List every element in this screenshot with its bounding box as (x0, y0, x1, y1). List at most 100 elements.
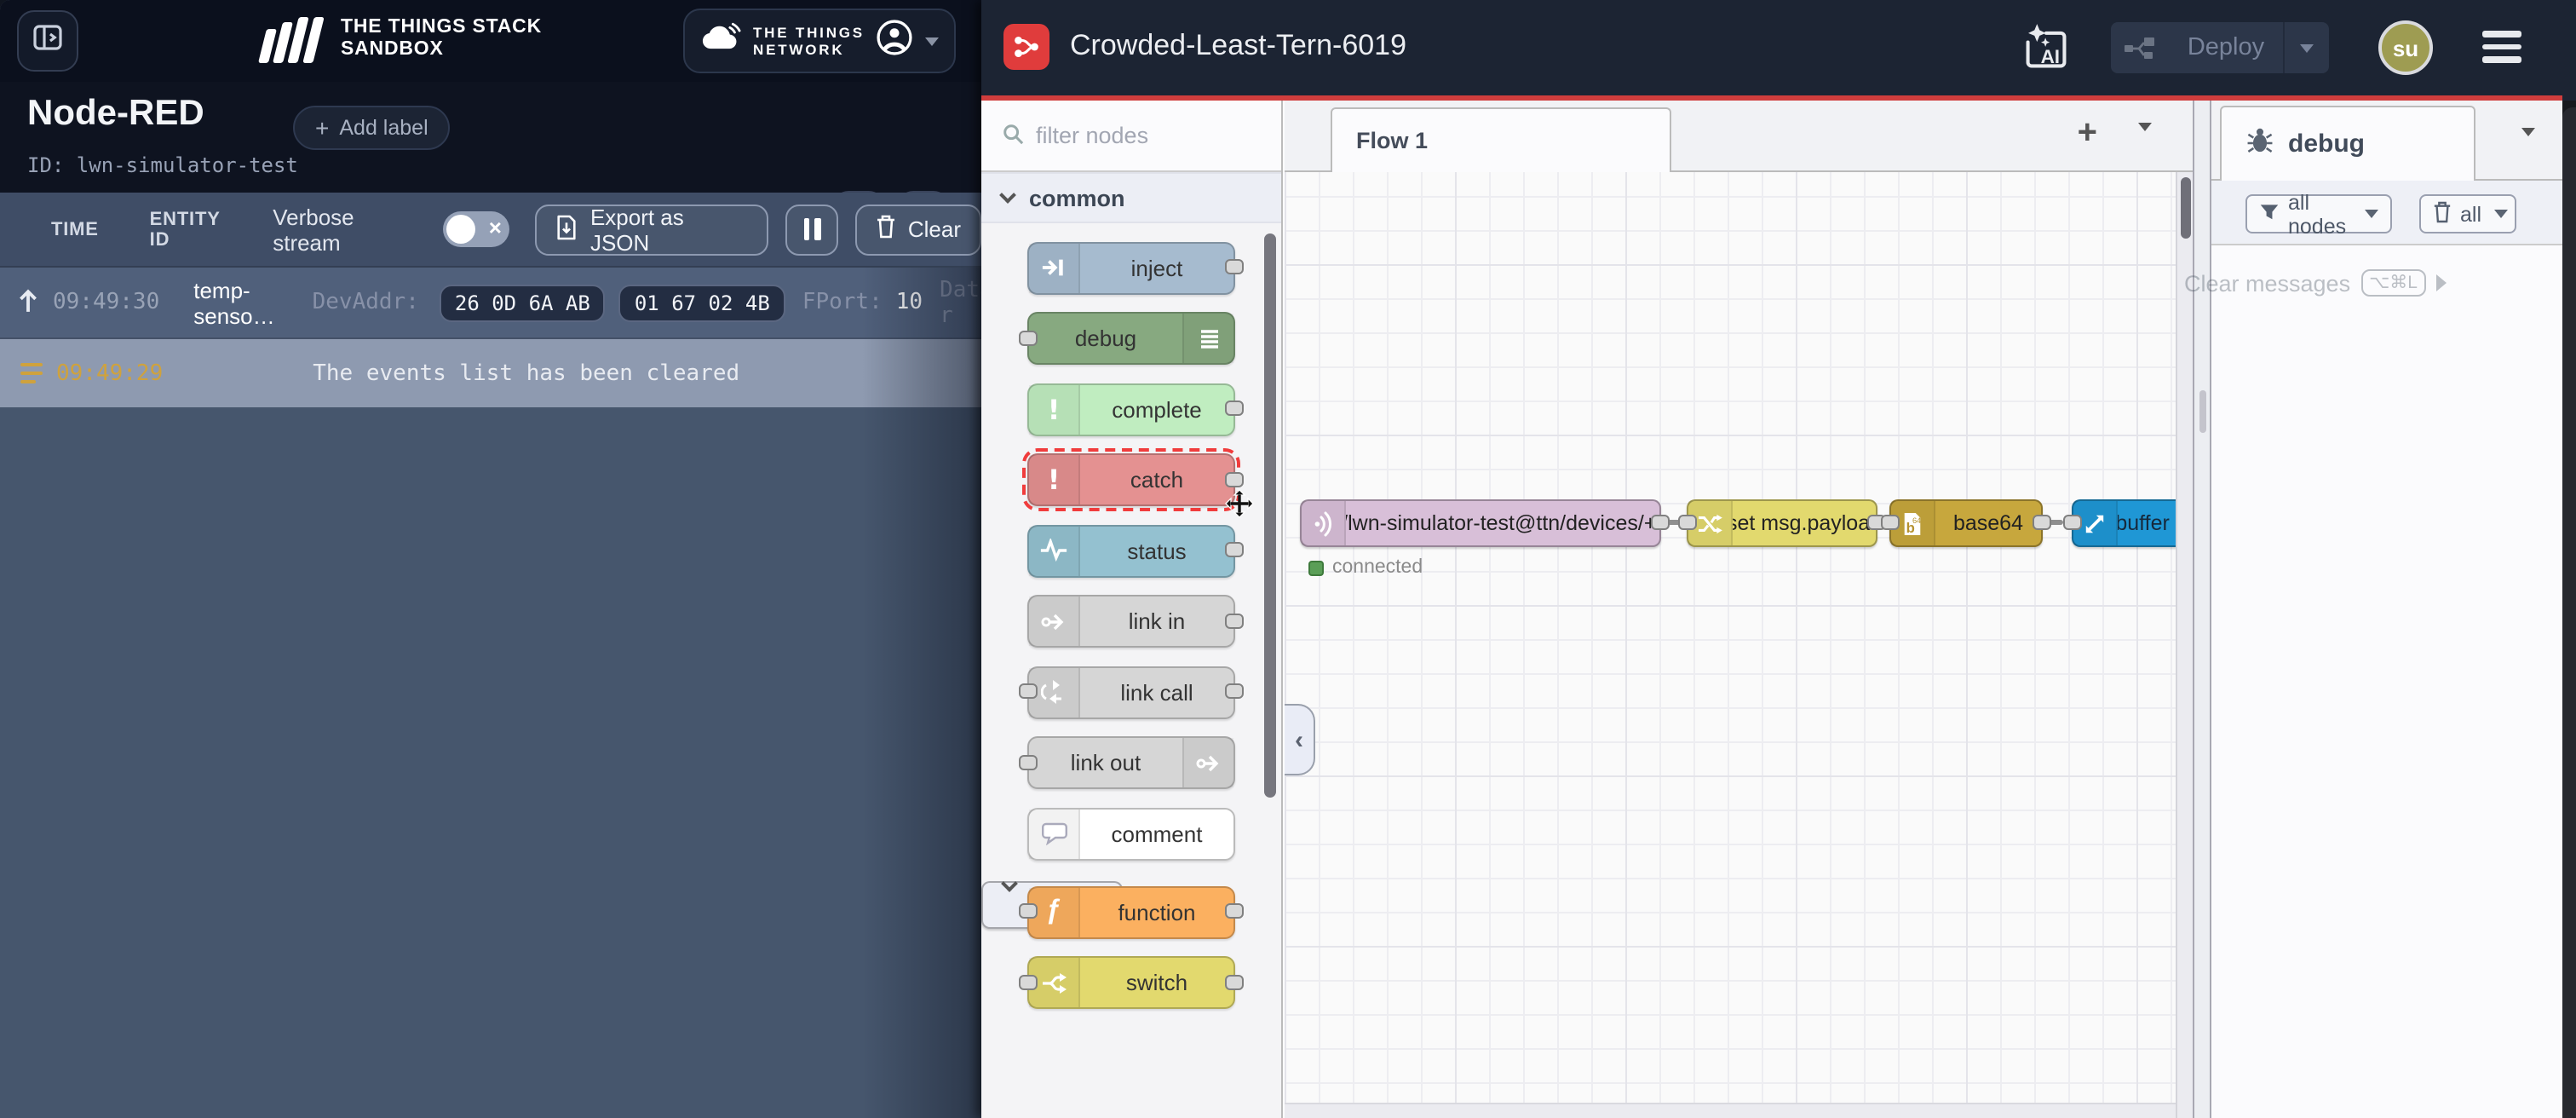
palette-node-link-out[interactable]: link out (1027, 736, 1235, 789)
flow-node-mqtt-in[interactable]: v3/lwn-simulator-test@ttn/devices/+/up (1300, 499, 1661, 547)
debug-filter-button[interactable]: all nodes (2245, 194, 2392, 233)
output-port[interactable] (1225, 401, 1244, 416)
output-port[interactable] (1651, 515, 1670, 530)
palette-node-link-in[interactable]: link in (1027, 595, 1235, 648)
events-toolbar: TIME ENTITY ID Verbose stream × Export a… (0, 193, 981, 268)
output-port[interactable] (1225, 259, 1244, 274)
scrollbar-thumb[interactable] (2180, 177, 2191, 239)
link-arrow-icon (1029, 596, 1080, 646)
event-row-cleared[interactable]: 09:49:29 The events list has been cleare… (0, 339, 981, 407)
output-port[interactable] (1225, 974, 1244, 989)
account-menu-button[interactable]: THE THINGS NETWORK (683, 9, 956, 73)
payload-badge[interactable]: 01 67 02 4B (619, 284, 785, 321)
event-row-uplink[interactable]: 09:49:30 temp-senso… DevAddr: 26 0D 6A A… (0, 268, 981, 339)
node-label: switch (1080, 958, 1233, 1007)
deploy-options-caret[interactable] (2285, 43, 2329, 52)
output-port[interactable] (1225, 683, 1244, 699)
sidebar-options-caret[interactable] (2521, 136, 2535, 167)
page-title: Node-RED (27, 94, 204, 135)
flow-list-button[interactable] (2138, 131, 2152, 162)
splitter-handle[interactable] (2199, 390, 2206, 433)
palette-node-debug[interactable]: debug (1027, 312, 1235, 365)
export-json-button[interactable]: Export as JSON (536, 204, 768, 255)
input-port[interactable] (1019, 683, 1038, 699)
flow-node-change[interactable]: set msg.payload (1687, 499, 1877, 547)
input-port[interactable] (1678, 515, 1697, 530)
tab-label: Flow 1 (1356, 128, 1428, 153)
main-menu-button[interactable] (2482, 31, 2521, 62)
output-port[interactable] (1225, 542, 1244, 557)
palette-scrollbar[interactable] (1264, 233, 1276, 798)
input-port[interactable] (1019, 974, 1038, 989)
event-message: The events list has been cleared (313, 360, 739, 386)
input-port[interactable] (2063, 515, 2082, 530)
flow-node-base64[interactable]: b64 base64 (1889, 499, 2043, 547)
node-label: complete (1080, 384, 1233, 434)
verbose-stream-toggle[interactable]: × (442, 211, 510, 247)
link-arrow-icon (1182, 738, 1233, 787)
palette-node-function[interactable]: ƒ function (1027, 885, 1235, 938)
devaddr-badge[interactable]: 26 0D 6A AB (440, 284, 606, 321)
sidebar-toggle-button[interactable] (17, 10, 78, 72)
palette-node-complete[interactable]: ! complete (1027, 383, 1235, 435)
input-port[interactable] (1019, 330, 1038, 345)
palette-filter-placeholder: filter nodes (1036, 123, 1148, 148)
input-port[interactable] (1881, 515, 1900, 530)
tts-logo: THE THINGS STACK SANDBOX (262, 15, 542, 63)
add-flow-button[interactable]: + (2078, 114, 2097, 153)
palette-node-switch[interactable]: switch (1027, 956, 1235, 1009)
node-status: connected (1308, 557, 1423, 578)
node-label: base64 (1935, 501, 2041, 545)
sidebar-splitter[interactable] (2193, 101, 2211, 1118)
account-line2: NETWORK (753, 41, 865, 58)
palette-category-common[interactable]: common (981, 172, 1281, 223)
output-port[interactable] (2033, 515, 2051, 530)
user-avatar[interactable]: su (2378, 20, 2433, 75)
tab-debug[interactable]: debug (2220, 106, 2475, 181)
tab-flow-1[interactable]: Flow 1 (1331, 107, 1671, 172)
node-label: status (1080, 526, 1233, 575)
ai-assistant-button[interactable]: AI (2019, 20, 2072, 73)
ttn-app-header: Node-RED + Add label ID: lwn-simulator-t… (0, 82, 981, 193)
palette-node-comment[interactable]: comment (1027, 807, 1235, 860)
bug-icon (2245, 126, 2274, 162)
clear-label: all (2460, 202, 2481, 226)
flow-tab-bar: Flow 1 + (1285, 101, 2193, 172)
palette-node-inject[interactable]: inject (1027, 241, 1235, 294)
user-avatar-icon (877, 18, 914, 64)
input-port[interactable] (1019, 754, 1038, 769)
node-label: catch (1080, 455, 1233, 504)
move-cursor-icon (1225, 489, 1254, 527)
tooltip-arrow (2436, 274, 2447, 291)
canvas-horizontal-scrollbar[interactable] (1285, 1103, 2176, 1118)
status-text: connected (1332, 557, 1423, 578)
deploy-button[interactable]: Deploy (2111, 22, 2329, 73)
deploy-nodes-icon (2111, 35, 2169, 61)
verbose-stream-label: Verbose stream (273, 204, 427, 255)
add-label-button[interactable]: + Add label (293, 106, 451, 150)
canvas-vertical-scrollbar[interactable] (2176, 172, 2193, 1118)
palette-node-status[interactable]: status (1027, 524, 1235, 577)
palette-node-link-call[interactable]: link call (1027, 666, 1235, 718)
node-label: v3/lwn-simulator-test@ttn/devices/+/up (1346, 501, 1659, 545)
output-port[interactable] (1225, 471, 1244, 487)
debug-clear-button[interactable]: all (2419, 194, 2516, 233)
status-dot (1308, 560, 1324, 575)
node-palette: filter nodes common inject debug (981, 101, 1283, 1118)
palette-node-catch[interactable]: ! catch (1027, 453, 1235, 506)
palette-collapse-button[interactable]: ‹ (1285, 704, 1315, 775)
comment-bubble-icon (1029, 809, 1080, 858)
chevron-down-icon (999, 187, 1016, 204)
flow-canvas[interactable]: v3/lwn-simulator-test@ttn/devices/+/up c… (1285, 172, 2193, 1118)
category-label: common (1029, 185, 1125, 210)
flow-node-buffer-parser[interactable]: buffer parser (2072, 499, 2193, 547)
pause-stream-button[interactable] (785, 204, 838, 255)
output-port[interactable] (1225, 903, 1244, 919)
palette-filter-input[interactable]: filter nodes (981, 101, 1281, 172)
toggle-x-icon: × (489, 214, 502, 239)
clear-events-button[interactable]: Clear (855, 204, 981, 255)
output-port[interactable] (1225, 613, 1244, 628)
desktop-background-strip (2562, 0, 2576, 1118)
input-port[interactable] (1019, 903, 1038, 919)
event-time: 09:49:29 (56, 360, 163, 386)
